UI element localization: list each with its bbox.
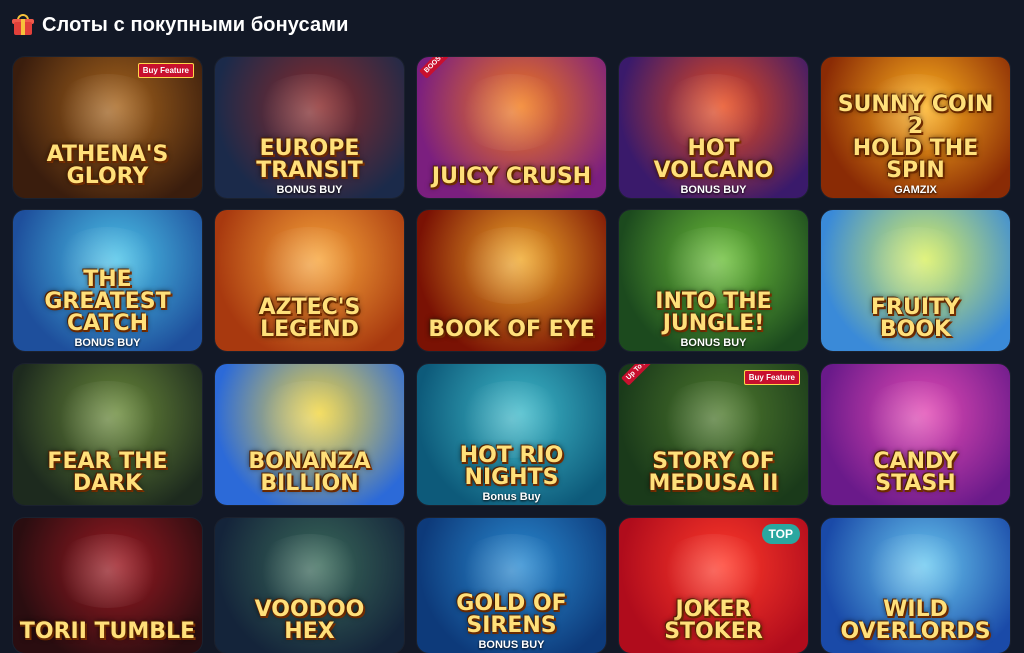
game-title: SUNNY COIN 2 HOLD THE SPIN — [837, 92, 994, 183]
game-title: BOOK OF EYE — [428, 317, 595, 342]
thumbnail-art — [656, 380, 771, 459]
thumbnail-art — [858, 380, 973, 459]
game-title: FEAR THE DARK — [47, 449, 168, 496]
game-title: VOODOO HEX — [254, 597, 365, 644]
game-title: THE GREATEST CATCH — [44, 267, 171, 336]
game-subtitle: BONUS BUY — [680, 184, 747, 196]
game-tile[interactable]: BOOK OF EYE — [417, 210, 606, 351]
game-subtitle: BONUS BUY — [276, 184, 343, 196]
top-badge: TOP — [761, 524, 800, 544]
game-title: JUICY CRUSH — [431, 164, 592, 189]
game-title: HOT RIO NIGHTS — [459, 443, 564, 490]
game-tile[interactable]: FEAR THE DARK — [13, 364, 202, 505]
game-subtitle: BONUS BUY — [478, 639, 545, 651]
games-grid: ATHENA'S GLORY Buy Feature EUROPE TRANSIT B… — [0, 0, 1024, 653]
game-title: ATHENA'S GLORY — [46, 142, 169, 189]
game-tile[interactable]: AZTEC'S LEGEND — [215, 210, 404, 351]
game-tile[interactable]: CANDY STASH — [821, 364, 1010, 505]
thumbnail-art — [858, 226, 973, 305]
game-tile[interactable]: BONANZA BILLION — [215, 364, 404, 505]
game-title: INTO THE JUNGLE! — [655, 289, 772, 336]
game-tile[interactable]: HOT VOLCANO BONUS BUY — [619, 57, 808, 198]
game-title: FRUITY BOOK — [871, 295, 960, 342]
thumbnail-art — [454, 226, 569, 305]
game-title: GOLD OF SIRENS — [456, 591, 567, 638]
game-tile[interactable]: FRUITY BOOK — [821, 210, 1010, 351]
game-tile[interactable]: JUICY CRUSH BOOSTERS — [417, 57, 606, 198]
thumbnail-art — [252, 380, 367, 459]
game-tile[interactable]: HOT RIO NIGHTS Bonus Buy — [417, 364, 606, 505]
game-title: STORY OF MEDUSA II — [648, 449, 779, 496]
thumbnail-art — [252, 226, 367, 305]
thumbnail-art — [50, 380, 165, 459]
thumbnail-art — [50, 73, 165, 152]
buy-feature-badge: Buy Feature — [137, 63, 194, 78]
game-title: EUROPE TRANSIT — [256, 136, 363, 183]
thumbnail-art — [454, 73, 569, 152]
game-title: TORII TUMBLE — [19, 619, 196, 644]
game-subtitle: Bonus Buy — [482, 491, 541, 503]
game-subtitle: BONUS BUY — [680, 337, 747, 349]
thumbnail-art — [50, 534, 165, 609]
game-title: BONANZA BILLION — [248, 449, 371, 496]
game-subtitle: BONUS BUY — [74, 337, 141, 349]
game-title: WILD OVERLORDS — [840, 597, 991, 644]
game-tile[interactable]: ATHENA'S GLORY Buy Feature — [13, 57, 202, 198]
game-tile[interactable]: STORY OF MEDUSA IIBuy FeatureUp To 100 F… — [619, 364, 808, 505]
game-tile[interactable]: THE GREATEST CATCH BONUS BUY — [13, 210, 202, 351]
game-title: JOKER STOKER — [664, 597, 763, 644]
game-title: HOT VOLCANO — [653, 136, 774, 183]
game-subtitle: GAMZIX — [894, 184, 937, 196]
game-title: AZTEC'S LEGEND — [258, 295, 361, 342]
game-title: CANDY STASH — [873, 449, 958, 496]
game-tile[interactable]: INTO THE JUNGLE! BONUS BUY — [619, 210, 808, 351]
buy-feature-badge: Buy Feature — [743, 370, 800, 385]
game-tile[interactable]: SUNNY COIN 2 HOLD THE SPIN GAMZIX — [821, 57, 1010, 198]
game-tile[interactable]: EUROPE TRANSIT BONUS BUY — [215, 57, 404, 198]
